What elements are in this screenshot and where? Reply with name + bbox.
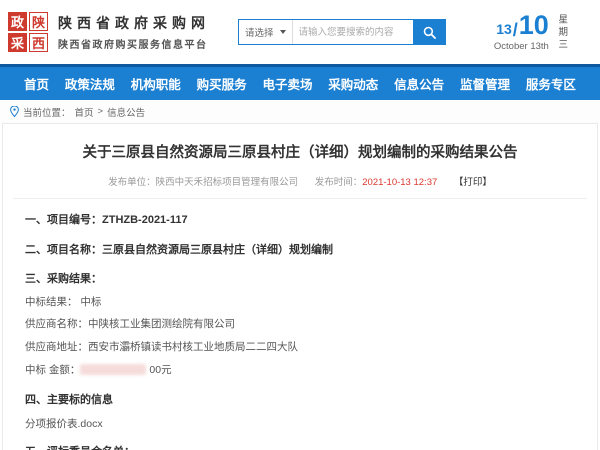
search-category-select[interactable]: 请选择 <box>239 20 293 44</box>
publish-time-label: 发布时间： <box>315 177 363 188</box>
section-main-subject-info: 四、主要标的信息 <box>25 392 575 409</box>
address-label: 供应商地址： <box>25 341 88 353</box>
date-widget: 13 / 10 October 13th 星期三 <box>494 12 590 52</box>
site-header: 政 陕 采 西 陕西省政府采购网 陕西省政府购买服务信息平台 请选择 13 / … <box>0 0 600 64</box>
page-title: 关于三原县自然资源局三原县村庄（详细）规划编制的采购结果公告 <box>25 124 575 162</box>
result-label: 中标结果： <box>25 296 78 308</box>
nav-item-supervision[interactable]: 监督管理 <box>460 74 510 93</box>
search-bar: 请选择 <box>238 19 446 45</box>
site-logo: 政 陕 采 西 <box>8 12 48 52</box>
breadcrumb-home-link[interactable]: 首页 <box>75 105 94 119</box>
breadcrumb: 当前位置： 首页 > 信息公告 <box>0 100 600 123</box>
nav-item-purchase-services[interactable]: 购买服务 <box>197 74 247 93</box>
logo-tile: 西 <box>29 33 48 52</box>
logo-tile: 采 <box>8 33 27 52</box>
date-month: 10 <box>519 12 549 39</box>
search-input[interactable] <box>293 20 413 44</box>
nav-item-procurement-news[interactable]: 采购动态 <box>328 74 378 93</box>
project-name-label: 二、项目名称： <box>25 244 102 256</box>
main-nav: 首页 政策法规 机构职能 购买服务 电子卖场 采购动态 信息公告 监督管理 服务… <box>0 64 600 100</box>
location-pin-icon <box>10 106 19 117</box>
breadcrumb-label: 当前位置： <box>23 105 71 119</box>
logo-tile: 陕 <box>29 12 48 31</box>
date-english: October 13th <box>494 41 549 52</box>
logo-tile: 政 <box>8 12 27 31</box>
supplier-value: 中陕核工业集团测绘院有限公司 <box>88 318 235 330</box>
search-select-label: 请选择 <box>245 25 274 39</box>
date-separator: / <box>513 21 518 39</box>
section-procurement-result: 三、采购结果： <box>25 271 575 288</box>
nav-item-policies[interactable]: 政策法规 <box>65 74 115 93</box>
award-amount-line: 中标 金额： 00元 <box>25 363 575 379</box>
publisher-label: 发布单位： <box>108 177 156 188</box>
divider <box>13 198 587 199</box>
article-meta: 发布单位：陕西中天禾招标项目管理有限公司 发布时间：2021-10-13 12:… <box>25 174 575 188</box>
site-subtitle: 陕西省政府购买服务信息平台 <box>58 36 210 51</box>
result-line: 中标结果： 中标 <box>25 295 575 311</box>
section-project-name: 二、项目名称：三原县自然资源局三原县村庄（详细）规划编制 <box>25 242 575 259</box>
breadcrumb-current[interactable]: 信息公告 <box>107 105 145 119</box>
breadcrumb-separator: > <box>98 106 104 117</box>
date-day: 13 <box>496 22 512 39</box>
supplier-address-line: 供应商地址：西安市灞桥镇读书村核工业地质局二二四大队 <box>25 340 575 356</box>
nav-item-functions[interactable]: 机构职能 <box>131 74 181 93</box>
supplier-label: 供应商名称： <box>25 318 88 330</box>
nav-item-home[interactable]: 首页 <box>24 74 49 93</box>
site-title: 陕西省政府采购网 <box>58 13 210 33</box>
publish-time: 2021-10-13 12:37 <box>362 177 437 188</box>
chevron-down-icon <box>280 30 286 34</box>
project-number-value: ZTHZB-2021-117 <box>102 214 188 226</box>
search-button[interactable] <box>413 20 445 44</box>
supplier-line: 供应商名称：中陕核工业集团测绘院有限公司 <box>25 317 575 333</box>
section-evaluation-committee: 五、评标委员会名单： <box>25 444 575 450</box>
project-name-value: 三原县自然资源局三原县村庄（详细）规划编制 <box>102 244 333 256</box>
amount-redacted-blur <box>80 364 146 375</box>
site-titles: 陕西省政府采购网 陕西省政府购买服务信息平台 <box>58 13 210 51</box>
date-weekday: 星期三 <box>556 12 567 52</box>
amount-label: 中标 金额： <box>25 364 80 376</box>
attachment-file-link[interactable]: 分项报价表.docx <box>25 416 575 431</box>
amount-suffix: 00元 <box>149 364 171 376</box>
project-number-label: 一、项目编号： <box>25 214 102 226</box>
print-button[interactable]: 【打印】 <box>454 177 492 188</box>
nav-item-e-marketplace[interactable]: 电子卖场 <box>262 74 312 93</box>
nav-item-announcements[interactable]: 信息公告 <box>394 74 444 93</box>
result-value: 中标 <box>80 296 101 308</box>
address-value: 西安市灞桥镇读书村核工业地质局二二四大队 <box>88 341 298 353</box>
nav-item-service-zone[interactable]: 服务专区 <box>526 74 576 93</box>
publisher-name: 陕西中天禾招标项目管理有限公司 <box>156 177 299 188</box>
announcement-card: 关于三原县自然资源局三原县村庄（详细）规划编制的采购结果公告 发布单位：陕西中天… <box>2 123 598 450</box>
search-icon <box>423 26 436 39</box>
section-project-number: 一、项目编号：ZTHZB-2021-117 <box>25 212 575 229</box>
